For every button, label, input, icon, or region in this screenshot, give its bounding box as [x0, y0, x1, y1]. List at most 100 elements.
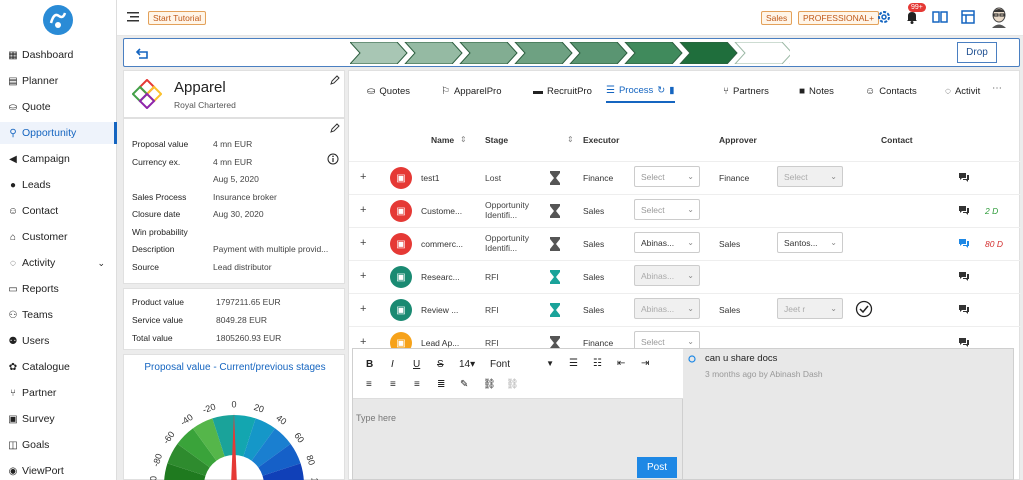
- strikethrough-button[interactable]: S: [437, 359, 444, 370]
- edit-pencil-icon[interactable]: [330, 75, 340, 85]
- chart-icon[interactable]: ▮: [669, 85, 674, 96]
- chat-bubble-icon[interactable]: [958, 237, 970, 249]
- expand-row-icon[interactable]: +: [360, 237, 366, 249]
- sort-stage-icon[interactable]: ⇕: [567, 135, 574, 144]
- italic-button[interactable]: I: [391, 359, 394, 370]
- expand-row-icon[interactable]: +: [360, 303, 366, 315]
- expand-row-icon[interactable]: +: [360, 336, 366, 348]
- tab-activit[interactable]: ◌ Activit: [945, 79, 980, 103]
- tab-apparelpro[interactable]: ⚐ ApparelPro: [441, 79, 502, 103]
- tab-partners[interactable]: ⑂ Partners: [723, 79, 769, 103]
- chat-bubble-icon[interactable]: [958, 270, 970, 282]
- tab-process[interactable]: ☰ Process ↻ ▮: [606, 79, 675, 103]
- detail-label: Win probability: [132, 226, 188, 237]
- underline-button[interactable]: U: [413, 359, 420, 370]
- executor-select[interactable]: Abinas... ⌄: [634, 298, 700, 319]
- bold-button[interactable]: B: [366, 359, 373, 370]
- sidebar-item-opportunity[interactable]: ⚲ Opportunity: [0, 122, 117, 144]
- chevron-down-icon[interactable]: ⌄: [97, 258, 105, 269]
- approver-select[interactable]: Jeet r ⌄: [777, 298, 843, 319]
- executor-select[interactable]: Abinas... ⌄: [634, 232, 700, 253]
- stage-chevron[interactable]: [569, 42, 628, 64]
- row-name[interactable]: test1: [421, 173, 439, 183]
- chevron-down-icon: ⌄: [687, 337, 694, 346]
- book-icon[interactable]: [932, 9, 948, 25]
- sidebar-item-partner[interactable]: ⑂ Partner: [0, 382, 117, 404]
- stage-chevron[interactable]: [350, 42, 408, 64]
- info-icon[interactable]: [327, 153, 339, 165]
- stage-chevron[interactable]: [404, 42, 463, 64]
- sidebar-item-leads[interactable]: ● Leads: [0, 174, 117, 196]
- user-avatar[interactable]: [989, 6, 1009, 28]
- row-name[interactable]: commerc...: [421, 239, 463, 249]
- app-logo[interactable]: [42, 4, 74, 36]
- tab-quotes[interactable]: ⛀ Quotes: [367, 79, 410, 103]
- chat-bubble-icon[interactable]: [958, 171, 970, 183]
- sidebar-item-survey[interactable]: ▣ Survey: [0, 408, 117, 430]
- approver-select[interactable]: Santos... ⌄: [777, 232, 843, 253]
- executor-select[interactable]: Select ⌄: [634, 199, 700, 220]
- row-name[interactable]: Review ...: [421, 305, 458, 315]
- color-picker-icon[interactable]: ✎: [460, 379, 468, 390]
- align-center-icon[interactable]: ≡: [390, 379, 396, 390]
- settings-gear-icon[interactable]: [876, 9, 892, 25]
- sidebar-item-viewport[interactable]: ◉ ViewPort: [0, 460, 117, 480]
- stage-chevron[interactable]: [624, 42, 683, 64]
- sidebar-item-dashboard[interactable]: ▦ Dashboard: [0, 44, 117, 66]
- sidebar-item-campaign[interactable]: ◀ Campaign: [0, 148, 117, 170]
- refresh-icon[interactable]: ↻: [657, 85, 665, 96]
- executor-select[interactable]: Abinas... ⌄: [634, 265, 700, 286]
- stage-chevron[interactable]: [514, 42, 573, 64]
- unlink-icon[interactable]: ⛓: [506, 379, 519, 390]
- align-left-icon[interactable]: ≡: [366, 379, 372, 390]
- align-justify-icon[interactable]: ≣: [437, 379, 445, 390]
- edit-pencil-icon[interactable]: [330, 123, 340, 133]
- sidebar-item-catalogue[interactable]: ✿ Catalogue: [0, 356, 117, 378]
- indent-decrease-icon[interactable]: ⇤: [617, 358, 625, 369]
- comment-input[interactable]: Type here: [356, 413, 396, 423]
- bullet-list-icon[interactable]: ☰: [569, 358, 578, 369]
- approved-check-icon[interactable]: [855, 300, 873, 318]
- post-button[interactable]: Post: [637, 457, 677, 478]
- tab-contacts[interactable]: ☺ Contacts: [865, 79, 917, 103]
- sidebar-item-goals[interactable]: ◫ Goals: [0, 434, 117, 456]
- row-name[interactable]: Researc...: [421, 272, 460, 282]
- col-header-name[interactable]: Name: [431, 135, 454, 145]
- menu-icon[interactable]: [126, 10, 140, 24]
- chat-bubble-icon[interactable]: [958, 303, 970, 315]
- stage-chevron[interactable]: [459, 42, 518, 64]
- sidebar-item-teams[interactable]: ⚇ Teams: [0, 304, 117, 326]
- approver-select[interactable]: Select ⌄: [777, 166, 843, 187]
- more-tabs-icon[interactable]: ⋯: [992, 83, 1002, 94]
- sort-name-icon[interactable]: ⇕: [460, 135, 467, 144]
- align-right-icon[interactable]: ≡: [414, 379, 420, 390]
- layout-panel-icon[interactable]: [960, 9, 976, 25]
- link-icon[interactable]: ⛓: [483, 379, 496, 390]
- executor-select[interactable]: Select ⌄: [634, 166, 700, 187]
- tab-notes[interactable]: ■ Notes: [799, 79, 834, 103]
- stage-chevron[interactable]: [734, 42, 790, 64]
- sidebar-item-customer[interactable]: ⌂ Customer: [0, 226, 117, 248]
- indent-increase-icon[interactable]: ⇥: [641, 358, 649, 369]
- sidebar-item-contact[interactable]: ☺ Contact: [0, 200, 117, 222]
- expand-row-icon[interactable]: +: [360, 171, 366, 183]
- font-family-select[interactable]: Font ▼: [490, 359, 554, 370]
- sidebar-item-quote[interactable]: ⛀ Quote: [0, 96, 117, 118]
- tab-recruitpro[interactable]: ▬ RecruitPro: [533, 79, 592, 103]
- font-size-select[interactable]: 14▾: [459, 359, 475, 370]
- drop-button[interactable]: Drop: [957, 42, 997, 63]
- row-name[interactable]: Lead Ap...: [421, 338, 459, 348]
- chat-bubble-icon[interactable]: [958, 336, 970, 348]
- numbered-list-icon[interactable]: ☷: [593, 358, 602, 369]
- expand-row-icon[interactable]: +: [360, 204, 366, 216]
- sidebar-item-users[interactable]: ⚉ Users: [0, 330, 117, 352]
- sidebar-item-planner[interactable]: ▤ Planner: [0, 70, 117, 92]
- sidebar-item-activity[interactable]: ◌ Activity ⌄: [0, 252, 117, 274]
- expand-row-icon[interactable]: +: [360, 270, 366, 282]
- chat-bubble-icon[interactable]: [958, 204, 970, 216]
- stage-chevron[interactable]: [679, 42, 738, 64]
- sidebar-item-reports[interactable]: ▭ Reports: [0, 278, 117, 300]
- back-arrow-icon[interactable]: [135, 45, 151, 61]
- start-tutorial-button[interactable]: Start Tutorial: [148, 11, 207, 25]
- row-name[interactable]: Custome...: [421, 206, 462, 216]
